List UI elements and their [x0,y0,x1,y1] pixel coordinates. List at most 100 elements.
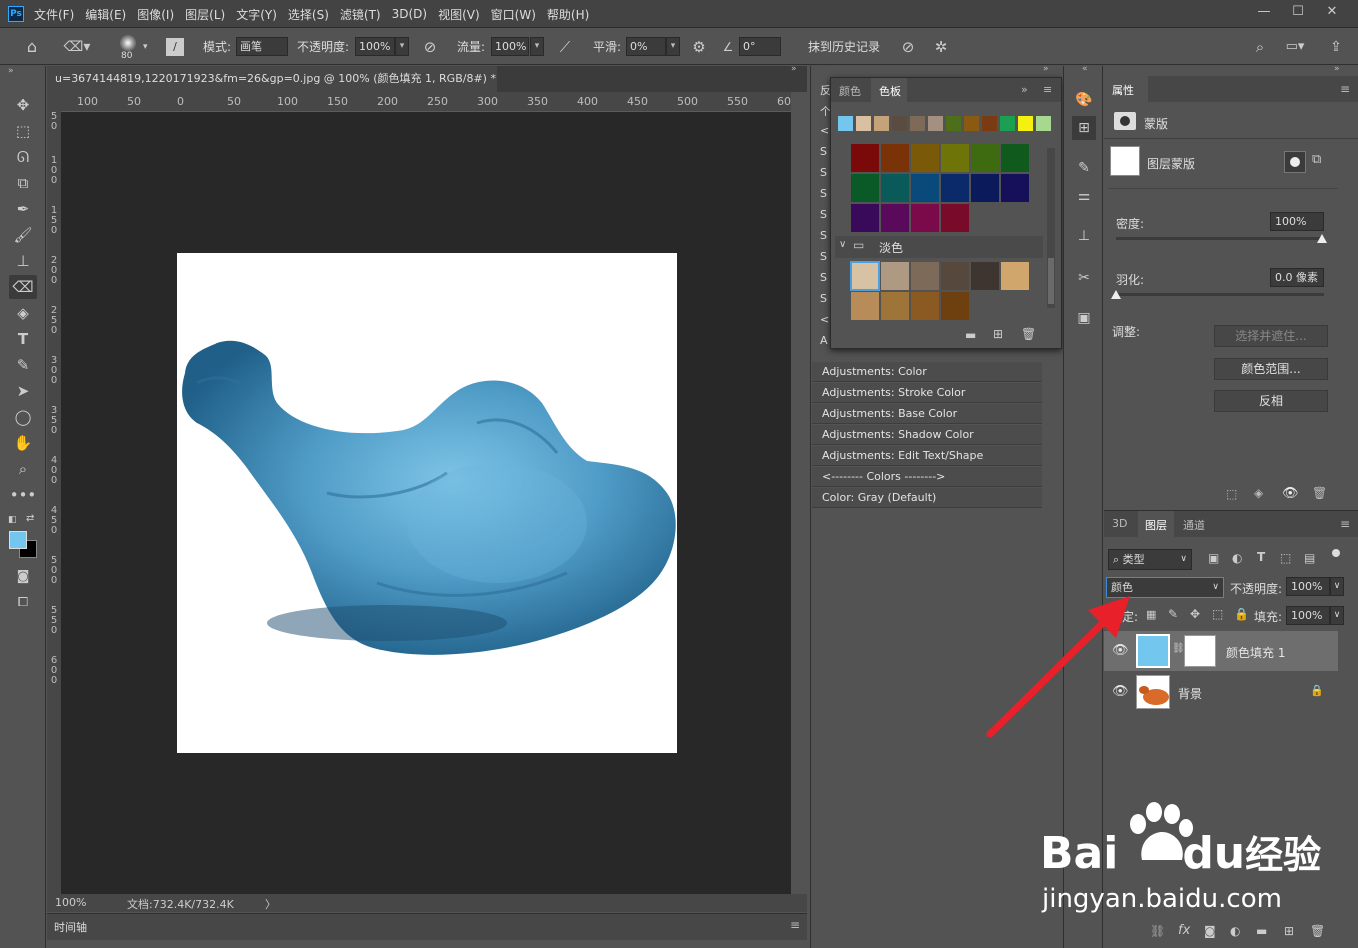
minimize-button[interactable]: — [1248,2,1280,22]
object-select-tool-icon[interactable]: ⧉ [9,171,37,195]
adjustment-layer-icon[interactable]: ◐ [1230,924,1240,938]
color-swatch[interactable] [1001,262,1029,290]
vector-mask-icon[interactable]: ⧉ [1312,152,1321,167]
history-row[interactable]: Adjustments: Color [812,362,1042,382]
layers-menu-icon[interactable]: ≡ [1340,517,1350,531]
workspace-icon[interactable]: ▭▾ [1280,37,1310,57]
collapse-panels-icon[interactable]: » [791,64,797,74]
layer-opacity-input[interactable]: 100% [1286,577,1330,596]
lock-transparent-icon[interactable]: ▦ [1146,608,1156,621]
flow-input[interactable]: 100% [491,37,529,56]
menu-item[interactable]: 窗口(W) [491,6,536,23]
pressure-size-icon[interactable]: ⊘ [898,37,918,57]
flow-dropdown-icon[interactable]: ▾ [530,37,544,56]
color-swatch[interactable] [892,116,907,131]
color-swatch[interactable] [982,116,997,131]
smoothing-dropdown-icon[interactable]: ▾ [666,37,680,56]
pixel-filter-icon[interactable]: ▣ [1208,551,1219,565]
group-icon[interactable]: ▬ [1256,924,1267,938]
filter-toggle-icon[interactable] [1332,549,1340,557]
opacity-input[interactable]: 100% [355,37,395,56]
history-row[interactable]: Adjustments: Shadow Color [812,425,1042,445]
add-mask-icon[interactable]: ◙ [1204,924,1216,938]
color-swatch[interactable] [911,204,939,232]
color-swatch[interactable] [856,116,871,131]
color-swatch[interactable] [941,292,969,320]
new-layer-icon[interactable]: ⊞ [1284,924,1294,938]
history-row-marker[interactable]: S [820,187,827,200]
load-selection-icon[interactable]: ⬚ [1226,487,1237,501]
color-swatch[interactable] [881,174,909,202]
layer-name[interactable]: 颜色填充 1 [1226,644,1285,661]
document-tab[interactable]: u=3674144819,1220171923&fm=26&gp=0.jpg @… [47,66,497,111]
density-slider[interactable] [1116,237,1324,240]
feather-slider[interactable] [1116,293,1324,296]
color-swatch[interactable] [851,292,879,320]
history-row[interactable]: Color: Gray (Default) [812,488,1042,508]
menu-item[interactable]: 滤镜(T) [340,6,381,23]
color-swatch[interactable] [910,116,925,131]
color-swatch[interactable] [838,116,853,131]
history-row-marker[interactable]: S [820,208,827,221]
invert-button[interactable]: 反相 [1214,390,1328,412]
fill-mask-thumbnail[interactable] [1184,635,1216,667]
close-button[interactable]: ✕ [1316,2,1348,22]
color-range-button[interactable]: 颜色范围... [1214,358,1328,380]
color-swatch[interactable] [911,174,939,202]
tab-color[interactable]: 颜色 [839,83,861,99]
history-row[interactable]: <-------- Colors --------> [812,467,1042,487]
color-swatch[interactable] [941,204,969,232]
brush-tool-icon[interactable]: 🖌 [9,223,37,247]
maximize-button[interactable]: ☐ [1282,2,1314,22]
visibility-eye-icon[interactable]: 👁 [1282,486,1299,501]
lock-pixels-icon[interactable]: ✎ [1168,607,1178,621]
history-icon[interactable]: ▣ [1072,306,1096,330]
screen-mode-icon[interactable]: ⧠ [9,591,37,615]
angle-input[interactable]: 0° [739,37,781,56]
color-swatch[interactable] [941,144,969,172]
status-menu-arrow[interactable]: 〉 [265,896,276,912]
color-palette-icon[interactable]: 🎨 [1072,88,1096,112]
timeline-label[interactable]: 时间轴 [54,919,87,935]
hand-tool-icon[interactable]: ✋ [9,431,37,455]
shape-filter-icon[interactable]: ⬚ [1280,551,1291,565]
menu-item[interactable]: 文字(Y) [236,6,277,23]
quick-mask-icon[interactable]: ◙ [9,565,37,589]
type-filter-icon[interactable]: T [1257,550,1265,564]
smoothing-input[interactable]: 0% [626,37,666,56]
color-swatch[interactable] [941,262,969,290]
color-swatch[interactable] [881,292,909,320]
color-swatch[interactable] [851,174,879,202]
scroll-thumb[interactable] [1048,258,1054,304]
tab-channels[interactable]: 通道 [1183,517,1205,533]
properties-tab[interactable]: 属性 [1112,82,1134,98]
collapse-right-icon[interactable]: » [1334,64,1340,74]
feather-input[interactable]: 0.0 像素 [1270,268,1324,287]
history-row-marker[interactable]: < [820,124,829,137]
menu-item[interactable]: 图像(I) [137,6,174,23]
layer-name[interactable]: 背景 [1178,685,1202,702]
select-and-mask-button[interactable]: 选择并遮住... [1214,325,1328,347]
feather-slider-thumb[interactable] [1111,290,1121,299]
history-row-marker[interactable]: S [820,292,827,305]
apply-mask-icon[interactable]: ◈ [1254,486,1263,500]
lock-position-icon[interactable]: ✥ [1190,607,1200,621]
color-swatch[interactable] [851,204,879,232]
share-icon[interactable]: ⇪ [1326,37,1346,57]
background-layer-thumbnail[interactable] [1136,675,1170,709]
airbrush-icon[interactable]: ⟋ [555,37,575,57]
color-swatch[interactable] [881,262,909,290]
lasso-tool-icon[interactable]: ᘏ [9,145,37,169]
gear-icon[interactable]: ⚙ [689,37,709,57]
color-swatch[interactable] [941,174,969,202]
menu-item[interactable]: 3D(D) [392,7,427,21]
color-swatch[interactable] [1001,144,1029,172]
layer-opacity-dropdown-icon[interactable]: ∨ [1330,577,1344,596]
menu-item[interactable]: 帮助(H) [547,6,589,23]
color-swatch[interactable] [971,262,999,290]
brush-dropdown-icon[interactable]: ▾ [143,37,148,57]
color-swatch[interactable] [851,144,879,172]
foreground-color-swatch[interactable] [9,531,27,549]
history-row[interactable]: Adjustments: Stroke Color [812,383,1042,403]
home-icon[interactable]: ⌂ [20,37,44,57]
